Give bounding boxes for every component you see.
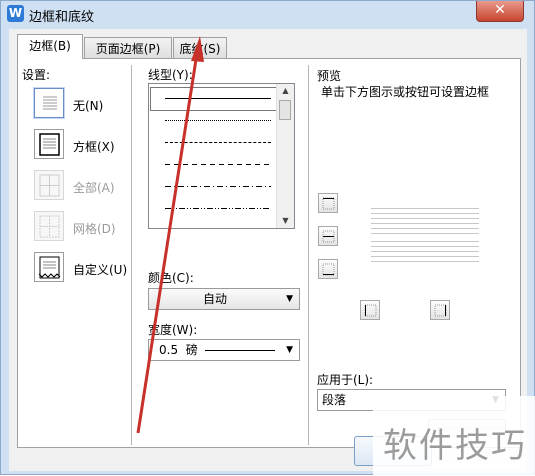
tab-border[interactable]: 边框(B) — [17, 34, 83, 59]
dialog-window: W 边框和底纹 ✕ 边框(B) 页面边框(P) 底纹(S) 设置: 无(N) — [0, 0, 535, 476]
annotation-arrow — [136, 36, 204, 434]
